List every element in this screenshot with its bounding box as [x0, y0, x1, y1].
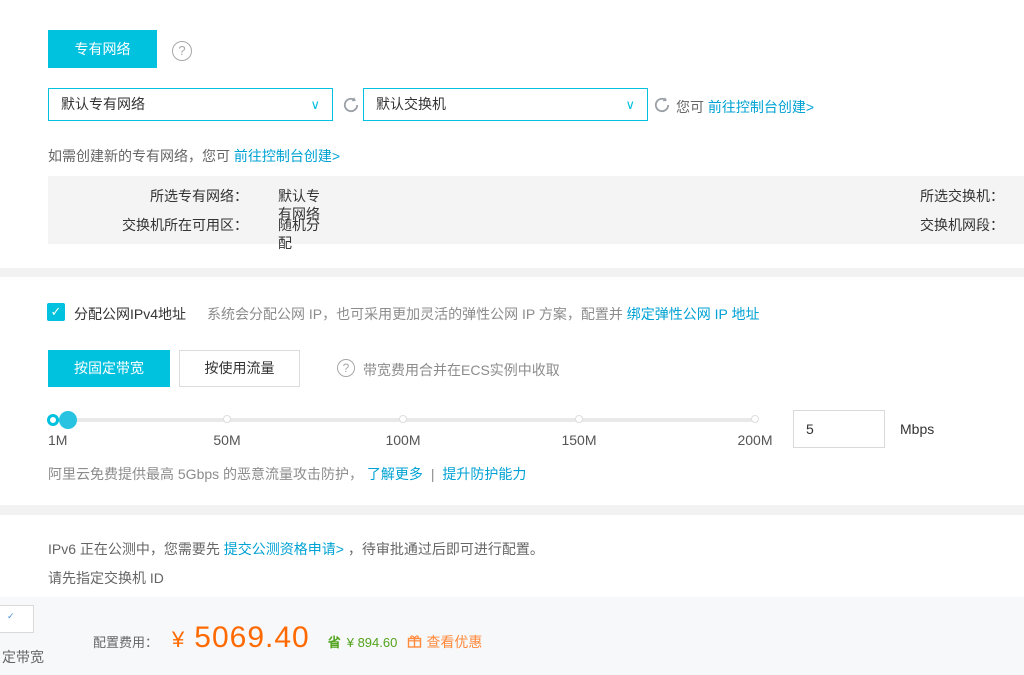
upgrade-protection-link[interactable]: 提升防护能力 [442, 466, 526, 482]
bandwidth-fee-hint: 带宽费用合并在ECS实例中收取 [363, 360, 560, 380]
section-divider [0, 268, 1024, 277]
network-type-vpc-button[interactable]: 专有网络 [48, 30, 157, 68]
vpc-select-value: 默认专有网络 [61, 96, 145, 112]
slider-label-50m: 50M [197, 432, 257, 448]
vpc-refresh-icon[interactable] [341, 95, 361, 115]
switch-console-create-link[interactable]: 前往控制台创建> [708, 99, 814, 115]
popup-mark-icon: ✓ [7, 611, 15, 622]
ipv6-switch-id-hint: 请先指定交换机 ID [48, 568, 164, 588]
slider-start-ring [47, 414, 59, 426]
ipv6-apply-link[interactable]: 提交公测资格申请> [224, 541, 344, 557]
config-fee-label: 配置费用： [93, 632, 158, 651]
slider-label-150m: 150M [549, 432, 609, 448]
assign-public-ip-checkbox[interactable]: ✓ [47, 303, 65, 321]
slider-label-200m: 200M [725, 432, 785, 448]
chevron-down-icon: ∨ [310, 89, 320, 120]
slider-mark-100m [399, 415, 407, 423]
slider-label-100m: 100M [373, 432, 433, 448]
clipped-summary-popup: ✓ [0, 605, 34, 633]
switch-console-hint: 您可 前往控制台创建> [676, 97, 814, 117]
view-discount-link[interactable]: 查看优惠 [426, 632, 482, 652]
slider-mark-200m [751, 415, 759, 423]
summary-row-cidr: 交换机网段： [850, 216, 1010, 234]
price-summary-row: 配置费用： ¥ 5069.40 省 ¥ 894.60 查看优惠 [93, 621, 482, 655]
public-ip-description: 系统会分配公网 IP，也可采用更加灵活的弹性公网 IP 方案，配置并 绑定弹性公… [207, 304, 760, 324]
summary-row-switch: 所选交换机： [850, 187, 1010, 205]
config-fee-amount: 5069.40 [194, 621, 309, 655]
summary-row-zone: 交换机所在可用区： 随机分配 [48, 216, 328, 234]
slider-mark-150m [575, 415, 583, 423]
bandwidth-value-input[interactable] [793, 410, 885, 448]
summary-value: 随机分配 [278, 216, 328, 252]
chevron-down-icon: ∨ [625, 89, 635, 120]
assign-public-ip-label[interactable]: 分配公网IPv4地址 [74, 304, 186, 324]
ddos-protection-line: 阿里云免费提供最高 5Gbps 的恶意流量攻击防护， 了解更多 | 提升防护能力 [48, 464, 526, 484]
summary-row-vpc: 所选专有网络： 默认专有网络 [48, 187, 328, 205]
vpc-summary-box: 所选专有网络： 默认专有网络 交换机所在可用区： 随机分配 所选交换机： 交换机… [48, 176, 1024, 244]
vpc-create-hint: 如需创建新的专有网络，您可 前往控制台创建> [48, 146, 340, 166]
vpc-console-create-link[interactable]: 前往控制台创建> [234, 148, 340, 164]
clipped-bandwidth-text: 定带宽 [2, 647, 44, 667]
bind-eip-link[interactable]: 绑定弹性公网 IP 地址 [627, 306, 760, 322]
summary-label: 所选专有网络： [48, 187, 248, 205]
currency-symbol: ¥ [172, 627, 184, 653]
ipv6-beta-line: IPv6 正在公测中，您需要先 提交公测资格申请> ，待审批通过后即可进行配置。 [48, 539, 544, 559]
bandwidth-unit-label: Mbps [900, 421, 934, 437]
save-badge: 省 [328, 632, 341, 651]
slider-label-1m: 1M [48, 432, 88, 448]
section-divider [0, 505, 1024, 515]
tab-fixed-bandwidth[interactable]: 按固定带宽 [48, 350, 170, 387]
slider-mark-50m [223, 415, 231, 423]
bandwidth-slider-handle[interactable] [59, 411, 77, 429]
ecs-network-config-panel: 专有网络 ? 默认专有网络 ∨ 默认交换机 ∨ 您可 前往控制台创建> 如需创建… [0, 0, 1024, 675]
summary-label: 交换机所在可用区： [48, 216, 248, 234]
switch-select-value: 默认交换机 [376, 96, 446, 112]
gift-icon [407, 634, 422, 648]
learn-more-link[interactable]: 了解更多 [367, 466, 423, 482]
footer-price-bar: ✓ 定带宽 配置费用： ¥ 5069.40 省 ¥ 894.60 查看优惠 [0, 597, 1024, 675]
save-amount: ¥ 894.60 [347, 635, 398, 650]
tab-pay-by-traffic[interactable]: 按使用流量 [179, 350, 300, 387]
vpc-select[interactable]: 默认专有网络 ∨ [48, 88, 333, 121]
summary-label: 所选交换机： [850, 187, 1004, 205]
bandwidth-fee-help-icon[interactable]: ? [337, 359, 355, 377]
switch-select[interactable]: 默认交换机 ∨ [363, 88, 648, 121]
summary-label: 交换机网段： [850, 216, 1004, 234]
switch-refresh-icon[interactable] [652, 95, 672, 115]
vpc-help-icon[interactable]: ? [172, 41, 192, 61]
